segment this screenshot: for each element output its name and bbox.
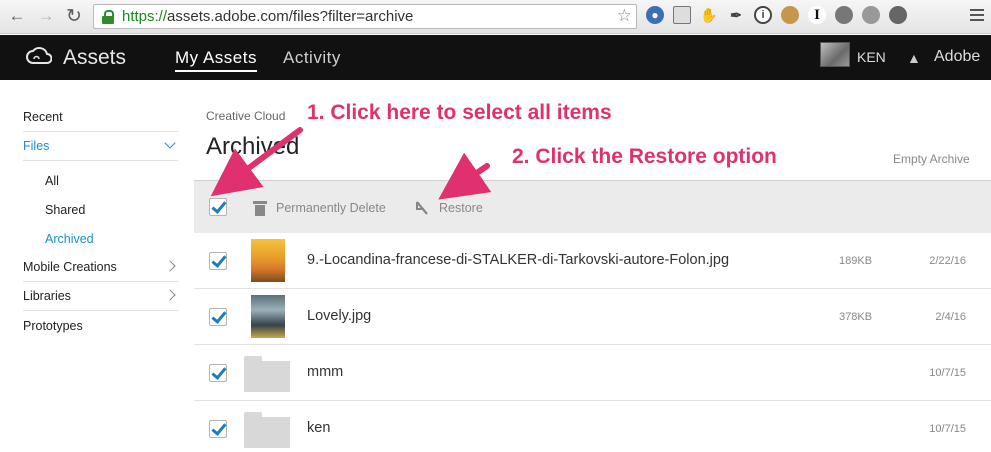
file-row[interactable]: Lovely.jpg 378KB 2/4/16 — [194, 289, 991, 345]
file-row[interactable]: 9.-Locandina-francese-di-STALKER-di-Tark… — [194, 233, 991, 289]
file-name[interactable]: 9.-Locandina-francese-di-STALKER-di-Tark… — [307, 252, 729, 268]
folder-row[interactable]: ken 10/7/15 — [194, 401, 991, 452]
sidebar-item-label: Mobile Creations — [23, 260, 117, 274]
sidebar-item-label: Prototypes — [23, 318, 83, 333]
folder-icon[interactable] — [244, 356, 290, 392]
address-bar[interactable]: https:// assets.adobe.com/files?filter=a… — [93, 4, 637, 29]
secure-lock-icon — [100, 9, 116, 25]
sidebar-item-prototypes[interactable]: Prototypes — [23, 311, 178, 340]
sidebar-item-recent[interactable]: Recent — [23, 103, 178, 132]
image-thumbnail[interactable] — [251, 239, 285, 282]
url-scheme: https:// — [122, 8, 168, 25]
action-toolbar: Permanently Delete Restore — [194, 180, 991, 233]
pen-icon[interactable]: ✒ — [727, 6, 745, 24]
sidebar-item-libraries[interactable]: Libraries — [23, 282, 178, 311]
browser-toolbar: ← → ↻ https:// assets.adobe.com/files?fi… — [0, 0, 991, 34]
file-date: 2/4/16 — [935, 311, 966, 323]
app-title[interactable]: Assets — [63, 46, 126, 70]
breadcrumb[interactable]: Creative Cloud — [206, 109, 285, 123]
trash-icon — [253, 200, 267, 216]
folder-name[interactable]: mmm — [307, 364, 343, 380]
file-date: 10/7/15 — [929, 423, 966, 435]
tab-my-assets[interactable]: My Assets — [175, 48, 257, 72]
sidebar-item-shared[interactable]: Shared — [45, 203, 85, 217]
back-arrow-icon[interactable]: ← — [7, 6, 27, 26]
app-header: Assets My Assets Activity KEN ▲ Adobe — [0, 35, 991, 80]
image-thumbnail[interactable] — [251, 295, 285, 338]
sidebar: Recent Files All Shared Archived Mobile … — [0, 80, 193, 452]
sidebar-item-all[interactable]: All — [45, 174, 59, 188]
lock-icon[interactable] — [889, 6, 907, 24]
permanently-delete-label: Permanently Delete — [276, 201, 386, 215]
row-checkbox[interactable] — [209, 252, 227, 270]
sidebar-item-label: Files — [23, 139, 50, 153]
bookmark-star-icon[interactable]: ☆ — [617, 6, 632, 26]
browser-menu-icon[interactable] — [970, 9, 984, 24]
permanently-delete-button[interactable]: Permanently Delete — [253, 200, 386, 216]
row-checkbox[interactable] — [209, 308, 227, 326]
user-name[interactable]: KEN — [857, 49, 886, 65]
annotation-step-1: 1. Click here to select all items — [307, 101, 612, 124]
circle-icon[interactable] — [835, 6, 853, 24]
globe-icon[interactable]: ● — [646, 6, 664, 24]
folder-name[interactable]: ken — [307, 420, 330, 436]
sidebar-item-label: Recent — [23, 110, 63, 124]
file-size: 189KB — [839, 255, 873, 267]
file-size: 378KB — [839, 311, 873, 323]
photo-icon[interactable] — [673, 6, 691, 24]
restore-label: Restore — [439, 201, 483, 215]
avatar[interactable] — [820, 42, 850, 67]
tab-activity[interactable]: Activity — [283, 48, 341, 68]
row-checkbox[interactable] — [209, 420, 227, 438]
page-title: Archived — [206, 133, 300, 160]
text-cursor-icon[interactable]: I — [808, 6, 826, 24]
url-path: assets.adobe.com/files?filter=archive — [167, 8, 414, 25]
annotation-step-2: 2. Click the Restore option — [512, 145, 777, 168]
adobe-logo-icon: ▲ — [907, 50, 921, 66]
sidebar-item-label: Libraries — [23, 289, 71, 303]
file-date: 10/7/15 — [929, 367, 966, 379]
file-date: 2/22/16 — [929, 255, 966, 267]
sidebar-item-mobile-creations[interactable]: Mobile Creations — [23, 253, 178, 282]
reload-icon[interactable]: ↻ — [64, 6, 84, 27]
creative-cloud-logo-icon[interactable] — [24, 45, 52, 69]
extension-icons: ● ✋ ✒ i I — [646, 6, 907, 24]
row-checkbox[interactable] — [209, 364, 227, 382]
file-name[interactable]: Lovely.jpg — [307, 308, 371, 324]
sidebar-item-files[interactable]: Files — [23, 132, 178, 161]
info-icon[interactable]: i — [754, 6, 772, 24]
page: ← → ↻ https:// assets.adobe.com/files?fi… — [0, 0, 991, 452]
chevron-right-icon — [164, 289, 176, 301]
sidebar-item-archived[interactable]: Archived — [45, 232, 94, 246]
restore-button[interactable]: Restore — [414, 200, 483, 216]
hand-icon[interactable]: ✋ — [700, 6, 718, 24]
chevron-down-icon — [164, 137, 176, 149]
folder-icon[interactable] — [244, 412, 290, 448]
adobe-label[interactable]: Adobe — [934, 48, 980, 66]
chevron-right-icon — [164, 260, 176, 272]
restore-arrow-icon — [416, 201, 428, 215]
cat-icon[interactable] — [862, 6, 880, 24]
forward-arrow-icon[interactable]: → — [36, 6, 56, 26]
empty-archive-button[interactable]: Empty Archive — [893, 152, 970, 166]
select-all-checkbox[interactable] — [209, 198, 227, 216]
folder-row[interactable]: mmm 10/7/15 — [194, 345, 991, 401]
cookie-icon[interactable] — [781, 6, 799, 24]
